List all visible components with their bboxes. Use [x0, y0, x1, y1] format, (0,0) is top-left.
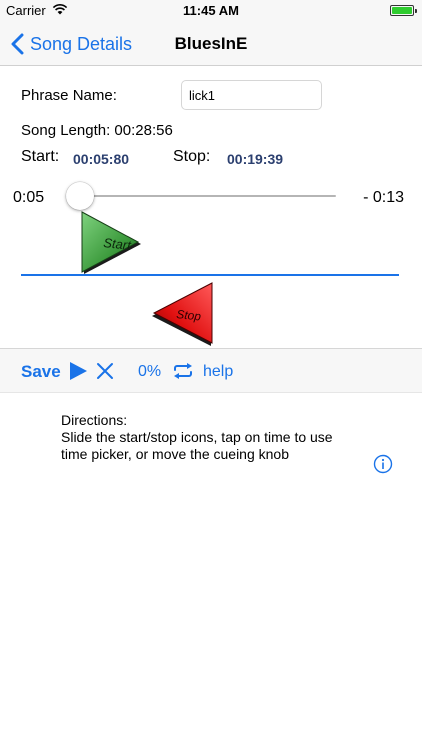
- directions-text: Slide the start/stop icons, tap on time …: [61, 429, 333, 462]
- stop-marker-icon[interactable]: Stop: [150, 282, 214, 346]
- directions-block: Directions: Slide the start/stop icons, …: [61, 412, 361, 463]
- cueing-slider-track[interactable]: [80, 195, 336, 197]
- phrase-name-input[interactable]: [181, 80, 322, 110]
- battery-icon: [390, 5, 417, 16]
- status-time: 11:45 AM: [183, 3, 239, 18]
- song-length-label: Song Length: 00:28:56: [21, 122, 173, 139]
- battery-tip: [415, 9, 417, 13]
- cueing-knob[interactable]: [66, 182, 94, 210]
- start-marker-icon[interactable]: Start: [80, 211, 142, 275]
- phrase-name-label: Phrase Name:: [21, 87, 117, 104]
- progress-percent: 0%: [138, 363, 162, 380]
- help-link[interactable]: help: [203, 363, 233, 381]
- elapsed-time: 0:05: [13, 189, 45, 206]
- directions-heading: Directions:: [61, 412, 128, 428]
- marker-baseline: [21, 274, 399, 276]
- status-bar: Carrier 11:45 AM: [0, 0, 422, 22]
- start-marker-label: Start: [103, 235, 133, 253]
- bottom-toolbar: Save 0% help: [0, 348, 422, 393]
- navigation-bar: Song Details BluesInE: [0, 22, 422, 66]
- close-icon[interactable]: [96, 362, 114, 380]
- page-title: BluesInE: [174, 34, 248, 53]
- stop-time-value[interactable]: 00:19:39: [227, 151, 283, 167]
- start-time-value[interactable]: 00:05:80: [73, 151, 129, 167]
- remaining-time: - 0:13: [363, 189, 404, 206]
- save-button[interactable]: Save: [21, 362, 61, 382]
- stop-marker-label: Stop: [176, 307, 202, 324]
- loop-icon[interactable]: [172, 362, 194, 380]
- phrase-editor-screen: Carrier 11:45 AM Song Details BluesInE P…: [0, 0, 422, 750]
- play-icon[interactable]: [68, 361, 88, 381]
- info-icon[interactable]: [373, 454, 393, 474]
- battery-level: [392, 7, 412, 14]
- stop-time-label: Stop:: [173, 148, 211, 165]
- start-time-label: Start:: [21, 148, 60, 165]
